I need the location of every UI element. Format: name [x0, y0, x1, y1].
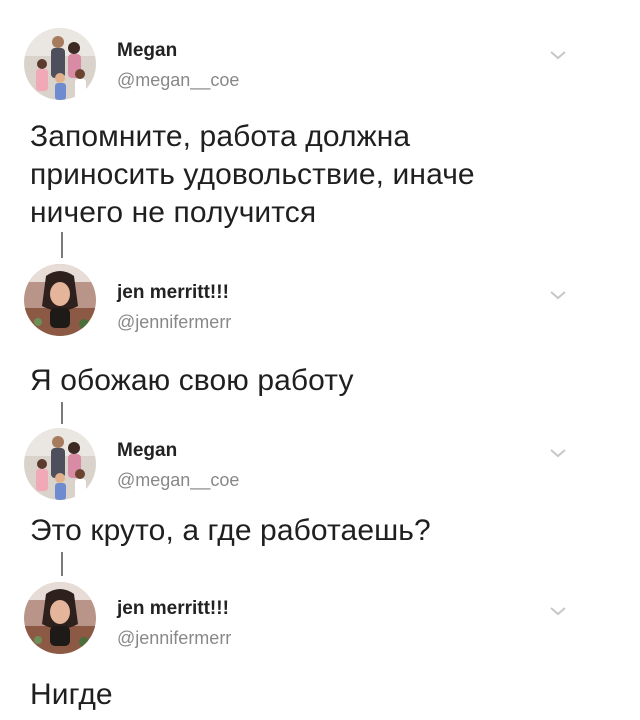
- chevron-down-icon[interactable]: [548, 288, 568, 302]
- avatar-jen[interactable]: [24, 582, 96, 654]
- tweet-text-line: Это круто, а где работаешь?: [30, 514, 431, 547]
- author-handle[interactable]: @megan__coe: [117, 470, 239, 491]
- author-name[interactable]: Megan: [117, 440, 177, 462]
- tweet-text: Это круто, а где работаешь?: [30, 512, 620, 550]
- tweet-text: Я обожаю свою работу: [30, 362, 620, 400]
- thread-connector: [61, 552, 63, 576]
- tweet-text: Запомните, работа должна приносить удово…: [30, 118, 620, 232]
- author-name[interactable]: jen merritt!!!: [117, 598, 229, 620]
- upside-down-photo-icon: [24, 264, 96, 336]
- chevron-down-icon[interactable]: [548, 48, 568, 62]
- author-handle[interactable]: @megan__coe: [117, 70, 239, 91]
- family-photo-icon: [24, 28, 96, 100]
- author-handle[interactable]: @jennifermerr: [117, 628, 231, 649]
- tweet-text-line: Нигде: [30, 678, 113, 711]
- tweet-text: Нигде: [30, 676, 620, 714]
- avatar-megan[interactable]: [24, 428, 96, 500]
- author-name[interactable]: jen merritt!!!: [117, 282, 229, 304]
- tweet-text-line: Я обожаю свою работу: [30, 364, 354, 397]
- avatar-jen[interactable]: [24, 264, 96, 336]
- author-name[interactable]: Megan: [117, 40, 177, 62]
- tweet-text-line: приносить удовольствие, иначе: [30, 158, 475, 191]
- upside-down-photo-icon: [24, 582, 96, 654]
- avatar-megan[interactable]: [24, 28, 96, 100]
- chevron-down-icon[interactable]: [548, 604, 568, 618]
- thread-connector: [61, 232, 63, 258]
- tweet-text-line: ничего не получится: [30, 196, 317, 229]
- thread-connector: [61, 402, 63, 424]
- chevron-down-icon[interactable]: [548, 446, 568, 460]
- family-photo-icon: [24, 428, 96, 500]
- author-handle[interactable]: @jennifermerr: [117, 312, 231, 333]
- tweet-text-line: Запомните, работа должна: [30, 120, 411, 153]
